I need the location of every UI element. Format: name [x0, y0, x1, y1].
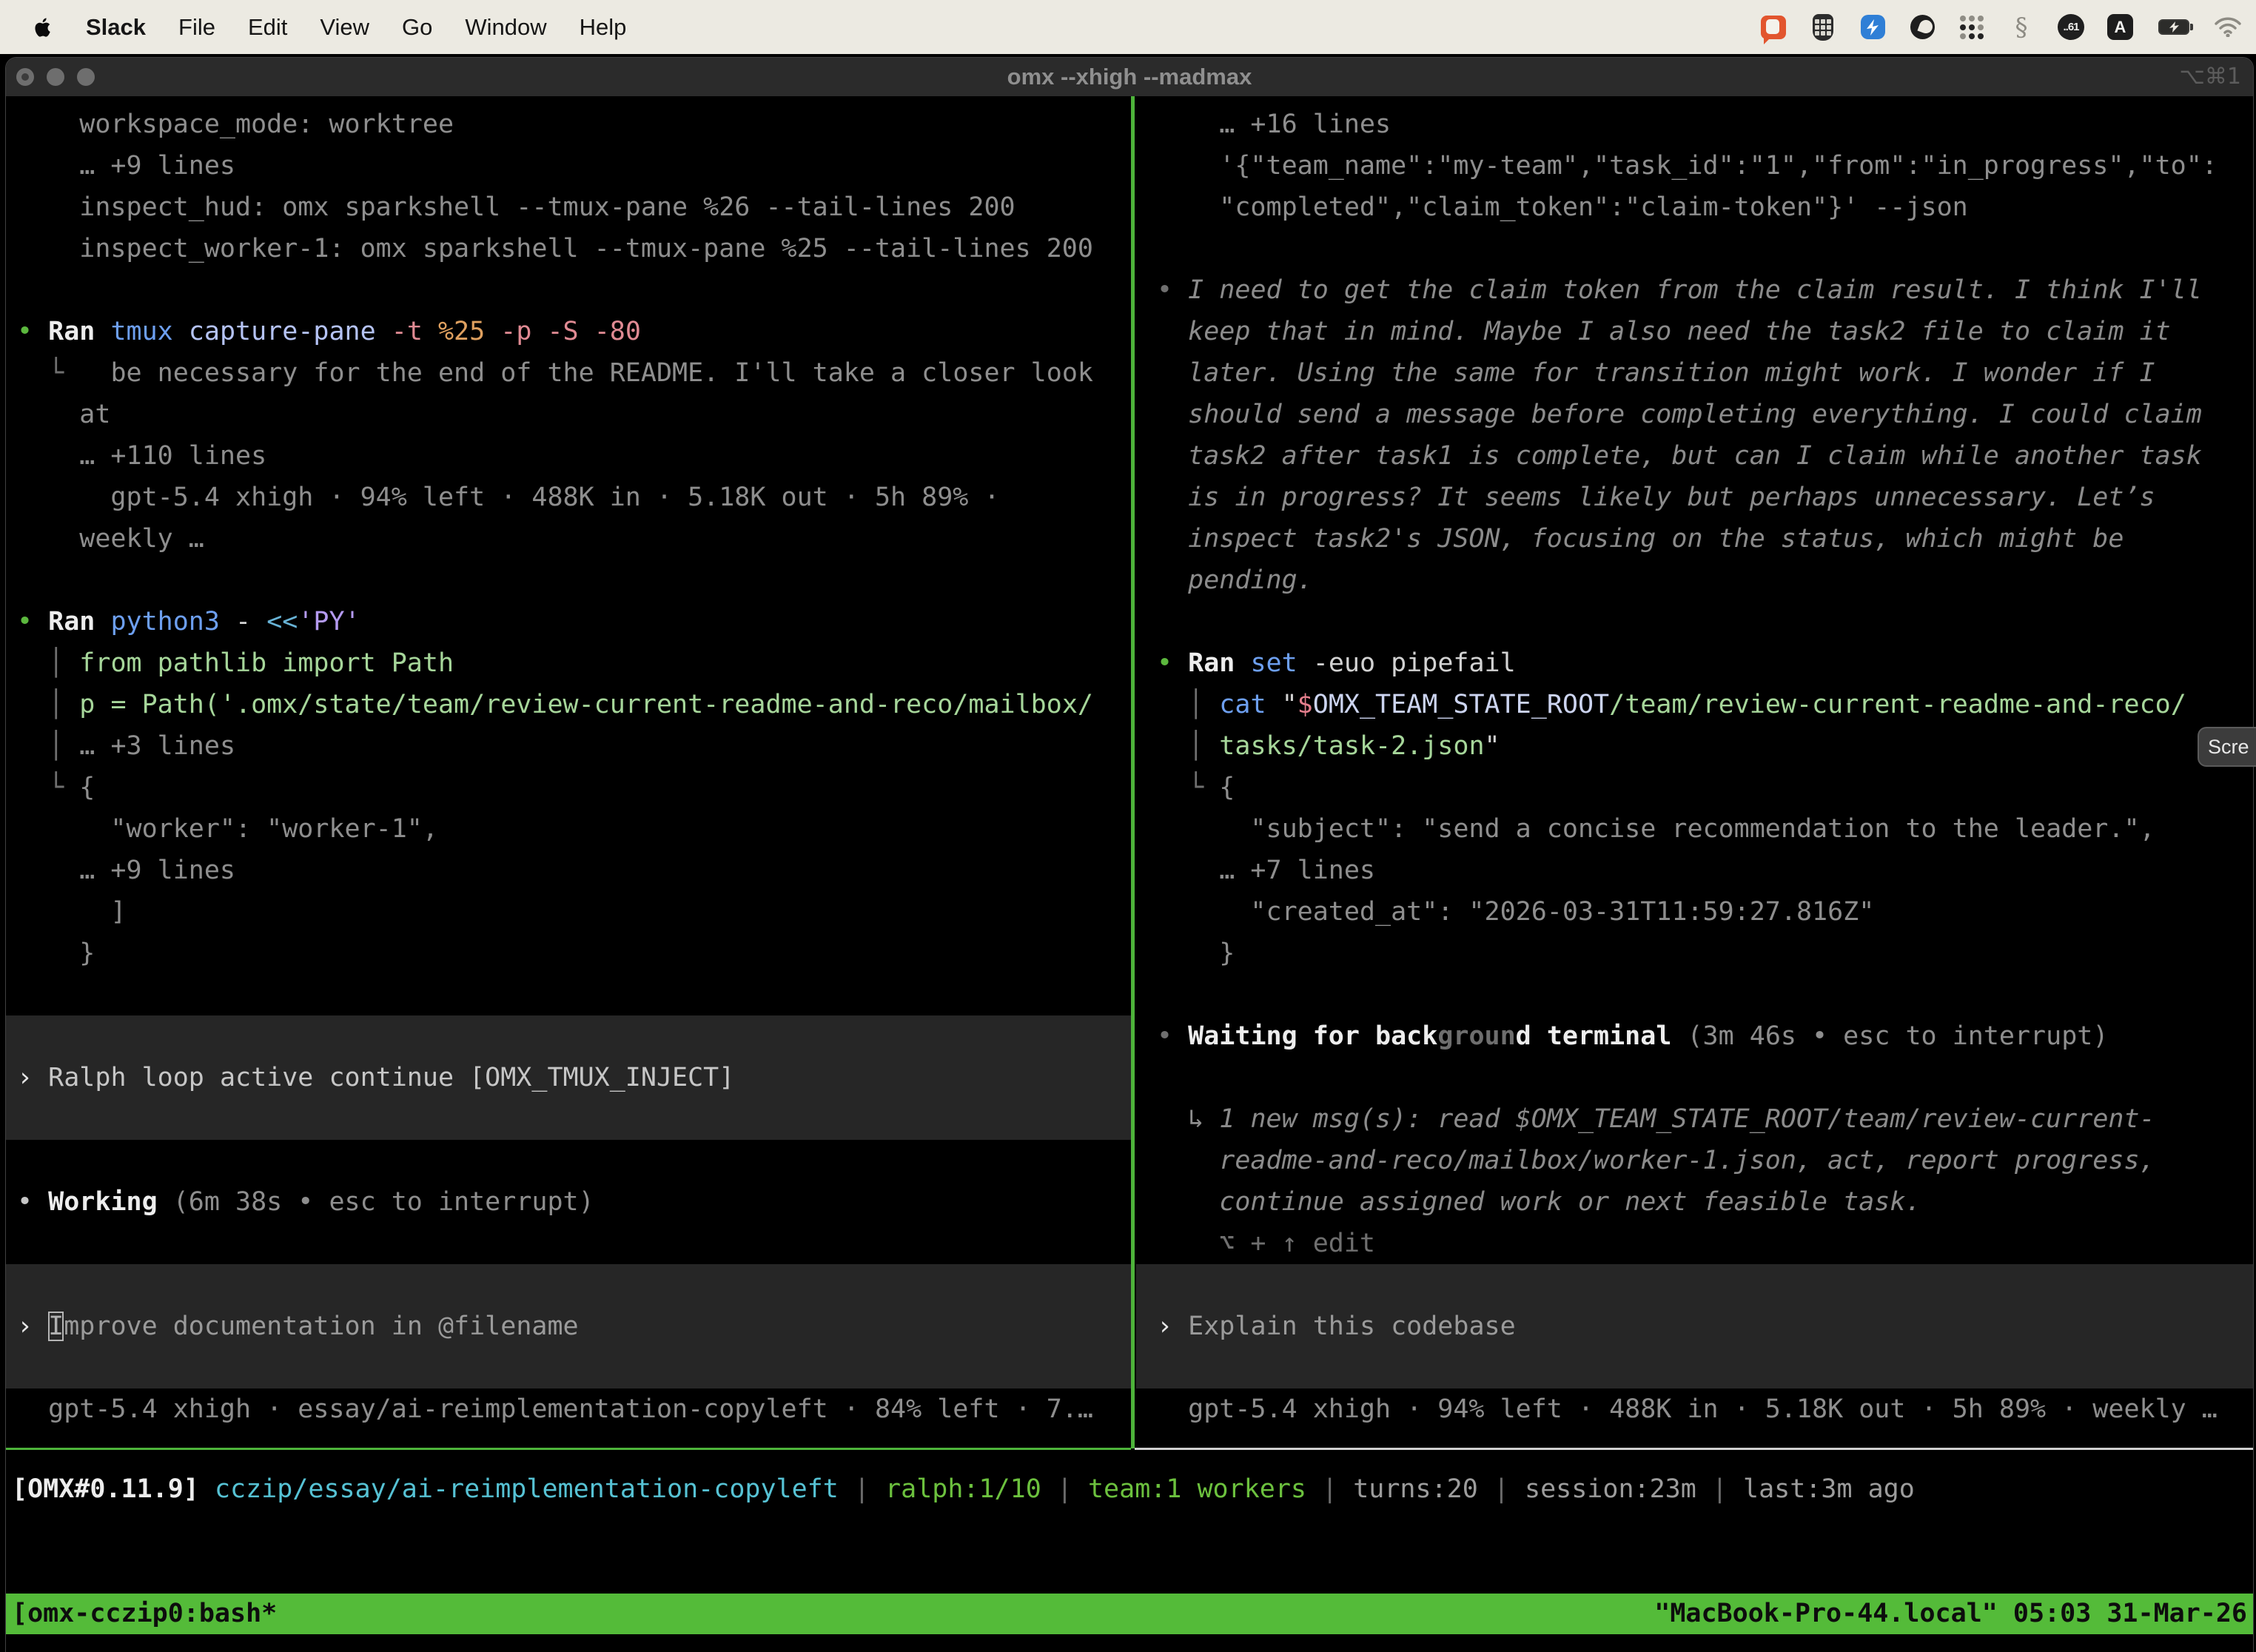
terminal-line: "worker": "worker-1", [6, 808, 1131, 850]
terminal-line [6, 560, 1131, 601]
dark-crescent-icon[interactable] [1909, 14, 1936, 41]
window-title: omx --xhigh --madmax [6, 64, 2253, 90]
menu-item-view[interactable]: View [320, 14, 369, 41]
terminal-line: │ cat "$OMX_TEAM_STATE_ROOT/team/review-… [1136, 684, 2253, 725]
prompt-input-right[interactable]: › Explain this codebase [1136, 1264, 2253, 1389]
terminal-line [6, 1140, 1131, 1181]
macos-menu-bar: Slack File Edit View Go Window Help § ..61 A [0, 0, 2256, 54]
terminal-line: … +9 lines [6, 145, 1131, 187]
terminal-line: • Ran tmux capture-pane -t %25 -p -S -80 [6, 311, 1131, 352]
menu-item-edit[interactable]: Edit [248, 14, 287, 41]
blue-sync-icon[interactable] [1859, 14, 1886, 41]
pane-right[interactable]: … +16 lines '{"team_name":"my-team","tas… [1136, 104, 2253, 1430]
menu-app-name[interactable]: Slack [86, 14, 146, 41]
tmux-host-clock: "MacBook-Pro-44.local" 05:03 31-Mar-26 [1654, 1594, 2247, 1634]
dots-grid-icon[interactable] [1958, 14, 1985, 41]
tmux-session-label: [omx-cczip0:bash* [12, 1594, 277, 1634]
terminal-line: pending. [1136, 560, 2253, 601]
terminal-line: readme-and-reco/mailbox/worker-1.json, a… [1136, 1140, 2253, 1181]
terminal-line: } [1136, 933, 2253, 974]
terminal-line: • I need to get the claim token from the… [1136, 269, 2253, 311]
terminal-line: should send a message before completing … [1136, 394, 2253, 435]
wifi-icon[interactable] [2215, 14, 2241, 41]
terminal-line [1136, 974, 2253, 1015]
terminal-line [1136, 228, 2253, 269]
terminal-line: later. Using the same for transition mig… [1136, 352, 2253, 394]
tmux-status-bar[interactable]: [omx-cczip0:bash* "MacBook-Pro-44.local"… [6, 1594, 2253, 1634]
terminal-line: … +7 lines [1136, 850, 2253, 891]
counter-badge-icon[interactable]: ..61 [2058, 14, 2084, 40]
terminal-line: inspect_worker-1: omx sparkshell --tmux-… [6, 228, 1131, 269]
terminal-line [1136, 601, 2253, 642]
terminal-line: "created_at": "2026-03-31T11:59:27.816Z" [1136, 891, 2253, 933]
menu-item-help[interactable]: Help [580, 14, 627, 41]
terminal-line: │ … +3 lines [6, 725, 1131, 767]
terminal-line: └ be necessary for the end of the README… [6, 352, 1131, 394]
terminal-line [6, 1223, 1131, 1264]
terminal-line: ↳ 1 new msg(s): read $OMX_TEAM_STATE_ROO… [1136, 1098, 2253, 1140]
terminal-line [1136, 1057, 2253, 1098]
terminal-line: workspace_mode: worktree [6, 104, 1131, 145]
pane-divider[interactable] [1131, 96, 1135, 1448]
screen-capture-overlay[interactable]: Scre [2198, 727, 2256, 767]
ralph-loop-banner: › Ralph loop active continue [OMX_TMUX_I… [6, 1015, 1131, 1140]
terminal-line: keep that in mind. Maybe I also need the… [1136, 311, 2253, 352]
menu-item-go[interactable]: Go [402, 14, 432, 41]
menu-item-window[interactable]: Window [465, 14, 546, 41]
terminal-window: omx --xhigh --madmax ⌥⌘1 workspace_mode:… [6, 58, 2253, 1652]
terminal-line: '{"team_name":"my-team","task_id":"1","f… [1136, 145, 2253, 187]
model-status-line: gpt-5.4 xhigh · 94% left · 488K in · 5.1… [1136, 1389, 2253, 1430]
terminal-line: task2 after task1 is complete, but can I… [1136, 435, 2253, 477]
menu-items-container: File Edit View Go Window Help [178, 14, 626, 41]
terminal-line: weekly … [6, 518, 1131, 560]
terminal-line: │ tasks/task-2.json" [1136, 725, 2253, 767]
terminal-line: inspect_hud: omx sparkshell --tmux-pane … [6, 187, 1131, 228]
terminal-line: • Ran python3 - <<'PY' [6, 601, 1131, 642]
terminal-line: continue assigned work or next feasible … [1136, 1181, 2253, 1223]
terminal-line: } [6, 933, 1131, 974]
model-status-line: gpt-5.4 xhigh · essay/ai-reimplementatio… [6, 1389, 1131, 1430]
window-titlebar[interactable]: omx --xhigh --madmax ⌥⌘1 [6, 58, 2253, 96]
terminal-line: │ from pathlib import Path [6, 642, 1131, 684]
window-shortcut-hint: ⌥⌘1 [2179, 58, 2241, 96]
working-status-line: • Working (6m 38s • esc to interrupt) [6, 1181, 1131, 1223]
apple-menu-icon[interactable] [34, 16, 53, 38]
screenshot-chat-icon[interactable] [1760, 14, 1787, 41]
terminal-line [6, 974, 1131, 1015]
menu-item-file[interactable]: File [178, 14, 215, 41]
omx-statusline: [OMX#0.11.9] cczip/essay/ai-reimplementa… [6, 1468, 2253, 1510]
shield-grid-icon[interactable] [1810, 14, 1836, 41]
battery-charging-icon[interactable] [2156, 14, 2192, 41]
pane-left[interactable]: workspace_mode: worktree … +9 lines insp… [6, 104, 1131, 1430]
prompt-input-left[interactable]: › Improve documentation in @filename [6, 1264, 1131, 1389]
terminal-line: │ p = Path('.omx/state/team/review-curre… [6, 684, 1131, 725]
input-source-icon[interactable]: A [2107, 14, 2133, 40]
terminal-line: … +16 lines [1136, 104, 2253, 145]
terminal-line: • Ran set -euo pipefail [1136, 642, 2253, 684]
terminal-line: ] [6, 891, 1131, 933]
pane-left-bottom-border [6, 1448, 1131, 1450]
terminal-line: inspect task2's JSON, focusing on the st… [1136, 518, 2253, 560]
edit-hint-line: ⌥ + ↑ edit [1136, 1223, 2253, 1264]
waiting-status-line: • Waiting for background terminal (3m 46… [1136, 1015, 2253, 1057]
terminal-line: … +110 lines [6, 435, 1131, 477]
terminal-line: at [6, 394, 1131, 435]
terminal-line [6, 269, 1131, 311]
pane-right-bottom-border [1135, 1448, 2253, 1450]
terminal-line: └ { [6, 767, 1131, 808]
terminal-line: └ { [1136, 767, 2253, 808]
terminal-line: … +9 lines [6, 850, 1131, 891]
terminal-line: "completed","claim_token":"claim-token"}… [1136, 187, 2253, 228]
terminal-line: "subject": "send a concise recommendatio… [1136, 808, 2253, 850]
squiggle-icon[interactable]: § [2008, 14, 2035, 41]
terminal-line: gpt-5.4 xhigh · 94% left · 488K in · 5.1… [6, 477, 1131, 518]
terminal-line: is in progress? It seems likely but perh… [1136, 477, 2253, 518]
